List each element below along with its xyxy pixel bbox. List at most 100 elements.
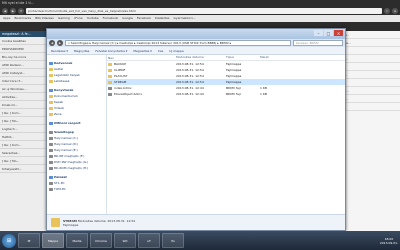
bookmark-item[interactable]: Facebook <box>137 16 151 21</box>
explorer-toolbar: Rendezes ▾ Megnyitas Felvetel konyvtarba… <box>47 47 345 55</box>
file-type: Fajlmappa <box>226 62 242 66</box>
bookmark-item[interactable]: Gaming <box>58 16 70 21</box>
bookmark-item[interactable]: Bits Intereso <box>35 16 54 21</box>
details-pane: STREAM Modositas datuma: 2013.08.31. 12:… <box>47 214 345 230</box>
start-button[interactable]: ⊞ <box>2 233 16 248</box>
system-clock[interactable]: 18:00 2013.09.01. <box>380 237 398 245</box>
open-button[interactable]: Megnyitas <box>74 49 89 53</box>
folder-icon <box>49 100 53 104</box>
maximize-icon[interactable]: □ <box>324 30 333 36</box>
bookmark-item[interactable]: Apps <box>3 16 10 21</box>
forward-icon[interactable]: ▶ <box>57 40 63 46</box>
bookmark-item[interactable]: Kialakitas <box>155 16 169 21</box>
details-name: STREAM <box>63 218 77 223</box>
folder-icon <box>49 106 53 110</box>
taskbar: ⊞ IE Mappa Media Chrome Wd uT Ps 18:00 2… <box>0 231 400 250</box>
search-input[interactable]: Kereses: BDMV <box>293 40 343 46</box>
taskbar-explorer[interactable]: Mappa <box>42 233 64 248</box>
burn-button[interactable]: Iras <box>158 49 164 53</box>
file-type: Fajlmappa <box>226 68 242 72</box>
file-type: Fajlmappa <box>226 74 242 78</box>
network-icon <box>49 175 53 179</box>
column-header-date[interactable]: Modositas datuma <box>175 55 225 60</box>
column-header-type[interactable]: Tipus <box>225 55 259 60</box>
details-type: Fajlmappa <box>63 222 79 227</box>
file-type: BDMV fajl <box>226 86 241 90</box>
taskbar-photoshop[interactable]: Ps <box>162 233 184 248</box>
drive-icon <box>49 142 53 146</box>
homegroup-item[interactable]: Otthoni csoport <box>47 120 106 126</box>
back-icon[interactable]: ◀ <box>2 7 8 14</box>
navigation-pane: Kedvencek Asztal Legutobbi helyek Letolt… <box>47 55 107 215</box>
column-header-name[interactable]: Nev <box>107 55 175 60</box>
folder-icon <box>49 73 53 77</box>
organize-button[interactable]: Rendezes ▾ <box>51 49 68 53</box>
file-name: MovieObject.bdmv <box>114 92 143 96</box>
nav-item-network-pc[interactable]: TOM-PC <box>47 186 106 192</box>
file-name: BACKUP <box>114 62 127 66</box>
homegroup-icon <box>49 121 53 125</box>
file-size: 1 KB <box>260 86 267 90</box>
browser-chrome: Mit nyel el ide 1 ti... ◀ ▶ ⟳ prohardver… <box>0 0 400 31</box>
taskbar-ie[interactable]: IE <box>18 233 40 248</box>
taskbar-word[interactable]: Wd <box>114 233 136 248</box>
forward-icon[interactable]: ▶ <box>10 7 16 14</box>
file-icon <box>108 92 112 96</box>
bookmark-item[interactable]: cFone <box>74 16 83 21</box>
file-size: 1 KB <box>260 92 267 96</box>
taskbar-utorrent[interactable]: uT <box>138 233 160 248</box>
explorer-window: – □ ✕ ◀ ▶ « Szamitogep ▸ Helyi lemez (C:… <box>46 28 346 231</box>
back-icon[interactable]: ◀ <box>49 40 55 46</box>
new-folder-button[interactable]: Uj mappa <box>169 49 183 53</box>
bookmark-item[interactable]: Gyermekkori... <box>173 16 195 21</box>
folder-icon <box>108 74 112 78</box>
bookmark-item[interactable]: Bookmarks <box>14 16 31 21</box>
nav-item-drive[interactable]: BD-ROM meghajto (H:) <box>47 165 106 171</box>
file-date: 2013.08.31. 12:54 <box>176 62 204 66</box>
browser-url-bar[interactable]: prohardver.hu/forum/bulla_ssd_hol_van_ha… <box>26 7 382 14</box>
folder-icon <box>49 94 53 98</box>
folder-icon <box>108 68 112 72</box>
folder-icon <box>51 218 60 227</box>
breadcrumb[interactable]: « Szamitogep ▸ Helyi lemez (C:) ▸ Csatol… <box>65 40 291 46</box>
star-icon <box>49 61 53 65</box>
computer-icon <box>49 181 53 185</box>
file-name: CLIPINF <box>114 68 126 72</box>
file-row[interactable]: MovieObject.bdmv 2013.08.31. 12:44 BDMV … <box>107 91 345 97</box>
bookmark-item[interactable]: Google <box>122 16 133 21</box>
file-name: index.bdmv <box>114 86 132 90</box>
details-date: Modositas datuma: 2013.08.31. 12:54 <box>77 218 136 223</box>
nav-item-music[interactable]: Zene <box>47 111 106 117</box>
file-list: Nev Modositas datuma Tipus Meret BACKUP … <box>107 55 345 215</box>
folder-icon <box>49 112 53 116</box>
include-in-library-button[interactable]: Felvetel konyvtarba ▾ <box>95 49 127 53</box>
close-icon[interactable]: ✕ <box>334 30 343 36</box>
library-icon <box>49 88 53 92</box>
file-date: 2013.08.31. 12:54 <box>176 80 204 84</box>
disc-drive-icon <box>49 166 53 170</box>
column-header-size[interactable]: Meret <box>259 55 287 60</box>
disc-drive-icon <box>49 160 53 164</box>
folder-icon <box>108 62 112 66</box>
file-date: 2013.08.31. 12:54 <box>176 68 204 72</box>
file-date: 2013.08.31. 12:44 <box>176 86 204 90</box>
reload-icon[interactable]: ⟳ <box>18 7 24 14</box>
bookmark-item[interactable]: Youtube <box>87 16 99 21</box>
star-icon[interactable]: ☆ <box>384 7 390 14</box>
minimize-icon[interactable]: – <box>314 30 323 36</box>
nav-item-downloads[interactable]: Letoltesek <box>47 78 106 84</box>
taskbar-media[interactable]: Media <box>66 233 88 248</box>
menu-icon[interactable]: ≡ <box>392 7 398 14</box>
file-icon <box>108 86 112 90</box>
folder-icon <box>49 79 53 83</box>
file-date: 2013.08.31. 12:44 <box>176 92 204 96</box>
taskbar-chrome[interactable]: Chrome <box>90 233 112 248</box>
share-button[interactable]: Megosztas ▾ <box>133 49 151 53</box>
bookmark-item[interactable]: Fornabook <box>103 16 119 21</box>
explorer-titlebar[interactable]: – □ ✕ <box>47 29 345 39</box>
computer-icon <box>49 130 53 134</box>
clock-date: 2013.09.01. <box>379 240 398 245</box>
file-type: BDMV fajl <box>226 92 241 96</box>
folder-icon <box>49 67 53 71</box>
explorer-body: Kedvencek Asztal Legutobbi helyek Letolt… <box>47 55 345 215</box>
